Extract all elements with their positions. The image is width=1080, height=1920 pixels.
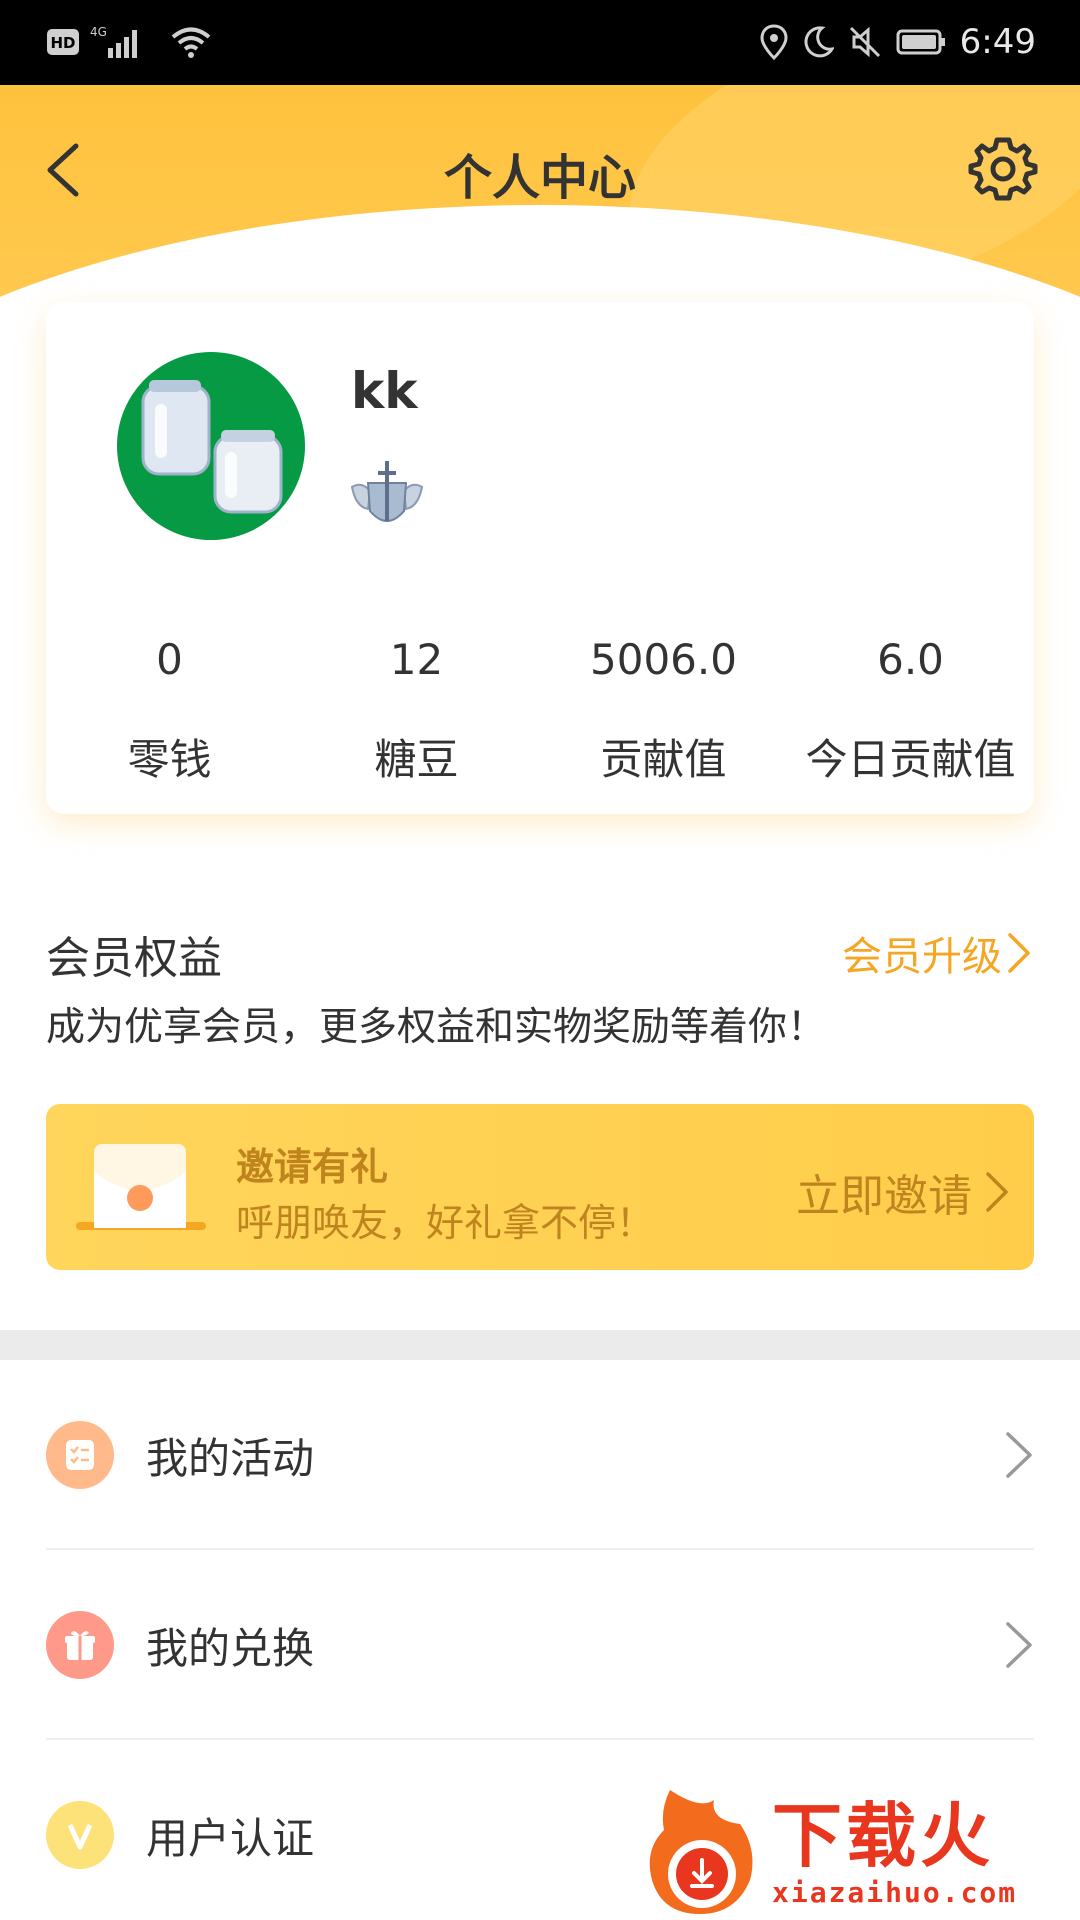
flame-logo-icon (649, 1790, 753, 1914)
membership-upgrade-label: 会员升级 (842, 934, 1002, 980)
stat-candy-beans[interactable]: 12 糖豆 (293, 632, 540, 788)
gift-icon (46, 1611, 114, 1679)
watermark-text: 下载火 (772, 1795, 994, 1877)
gear-icon[interactable] (968, 134, 1038, 204)
stats-row: 0 零钱 12 糖豆 5006.0 贡献值 6.0 今日贡献值 (46, 632, 1034, 788)
svg-text:HD: HD (50, 34, 75, 52)
membership-title: 会员权益 (46, 933, 222, 984)
status-bar: HD 4G 6:49 (0, 0, 1080, 85)
envelope-icon (76, 1144, 206, 1230)
status-right: 6:49 (760, 18, 1036, 66)
stat-pocket-money[interactable]: 0 零钱 (46, 632, 293, 788)
chevron-right-icon (1006, 1432, 1032, 1478)
invite-action-label: 立即邀请 (796, 1171, 972, 1222)
status-left: HD 4G (46, 22, 212, 62)
invite-subtitle: 呼朋唤友，好礼拿不停！ (236, 1201, 655, 1245)
invite-title: 邀请有礼 (236, 1145, 389, 1189)
watermark: 下载火 xiazaihuo.com (640, 1780, 1080, 1920)
status-time: 6:49 (959, 22, 1036, 62)
v-badge-icon (46, 1801, 114, 1869)
mute-icon (849, 26, 880, 58)
membership-description: 成为优享会员，更多权益和实物奖励等着你！ (46, 1005, 827, 1050)
menu-item-label: 我的活动 (146, 1433, 315, 1483)
section-divider (0, 1330, 1080, 1360)
svg-text:4G: 4G (90, 25, 107, 39)
stat-value: 5006.0 (590, 635, 737, 684)
stat-value: 0 (156, 635, 183, 684)
chevron-right-icon (986, 1172, 1008, 1212)
moon-icon (804, 26, 834, 58)
menu-item-my-activities[interactable]: 我的活动 (46, 1360, 1034, 1550)
wifi-icon (171, 27, 211, 58)
stat-value: 12 (389, 635, 444, 684)
stat-label: 零钱 (127, 735, 212, 784)
avatar[interactable] (117, 352, 305, 540)
menu-item-label: 我的兑换 (146, 1623, 315, 1673)
stat-value: 6.0 (877, 635, 944, 684)
invite-now-button[interactable]: 立即邀请 (796, 1160, 1010, 1224)
username: kk (351, 362, 418, 420)
location-icon (760, 24, 788, 60)
stat-today-contribution[interactable]: 6.0 今日贡献值 (787, 632, 1034, 788)
stat-label: 今日贡献值 (805, 735, 1016, 784)
shield-sword-badge-icon (350, 461, 424, 522)
stat-label: 糖豆 (374, 735, 459, 784)
menu-item-label: 用户认证 (146, 1813, 315, 1863)
profile-card: kk 0 零钱 12 糖豆 5006.0 贡献值 6.0 今日贡献值 (46, 302, 1034, 814)
checklist-icon (46, 1421, 114, 1489)
membership-upgrade-link[interactable]: 会员升级 (842, 924, 1032, 982)
menu-item-my-exchanges[interactable]: 我的兑换 (46, 1550, 1034, 1740)
jars-avatar-icon (141, 380, 283, 514)
stat-label: 贡献值 (600, 735, 727, 784)
invite-banner[interactable]: 邀请有礼 呼朋唤友，好礼拿不停！ 立即邀请 (46, 1104, 1034, 1270)
chevron-right-icon (1006, 1622, 1032, 1668)
watermark-url: xiazaihuo.com (772, 1876, 1018, 1909)
hd-icon: HD (47, 29, 79, 55)
chevron-right-icon (1008, 933, 1030, 973)
stat-contribution[interactable]: 5006.0 贡献值 (540, 632, 787, 788)
page-title: 个人中心 (443, 150, 636, 206)
4g-signal-icon: 4G (90, 25, 137, 58)
battery-icon (896, 29, 945, 55)
